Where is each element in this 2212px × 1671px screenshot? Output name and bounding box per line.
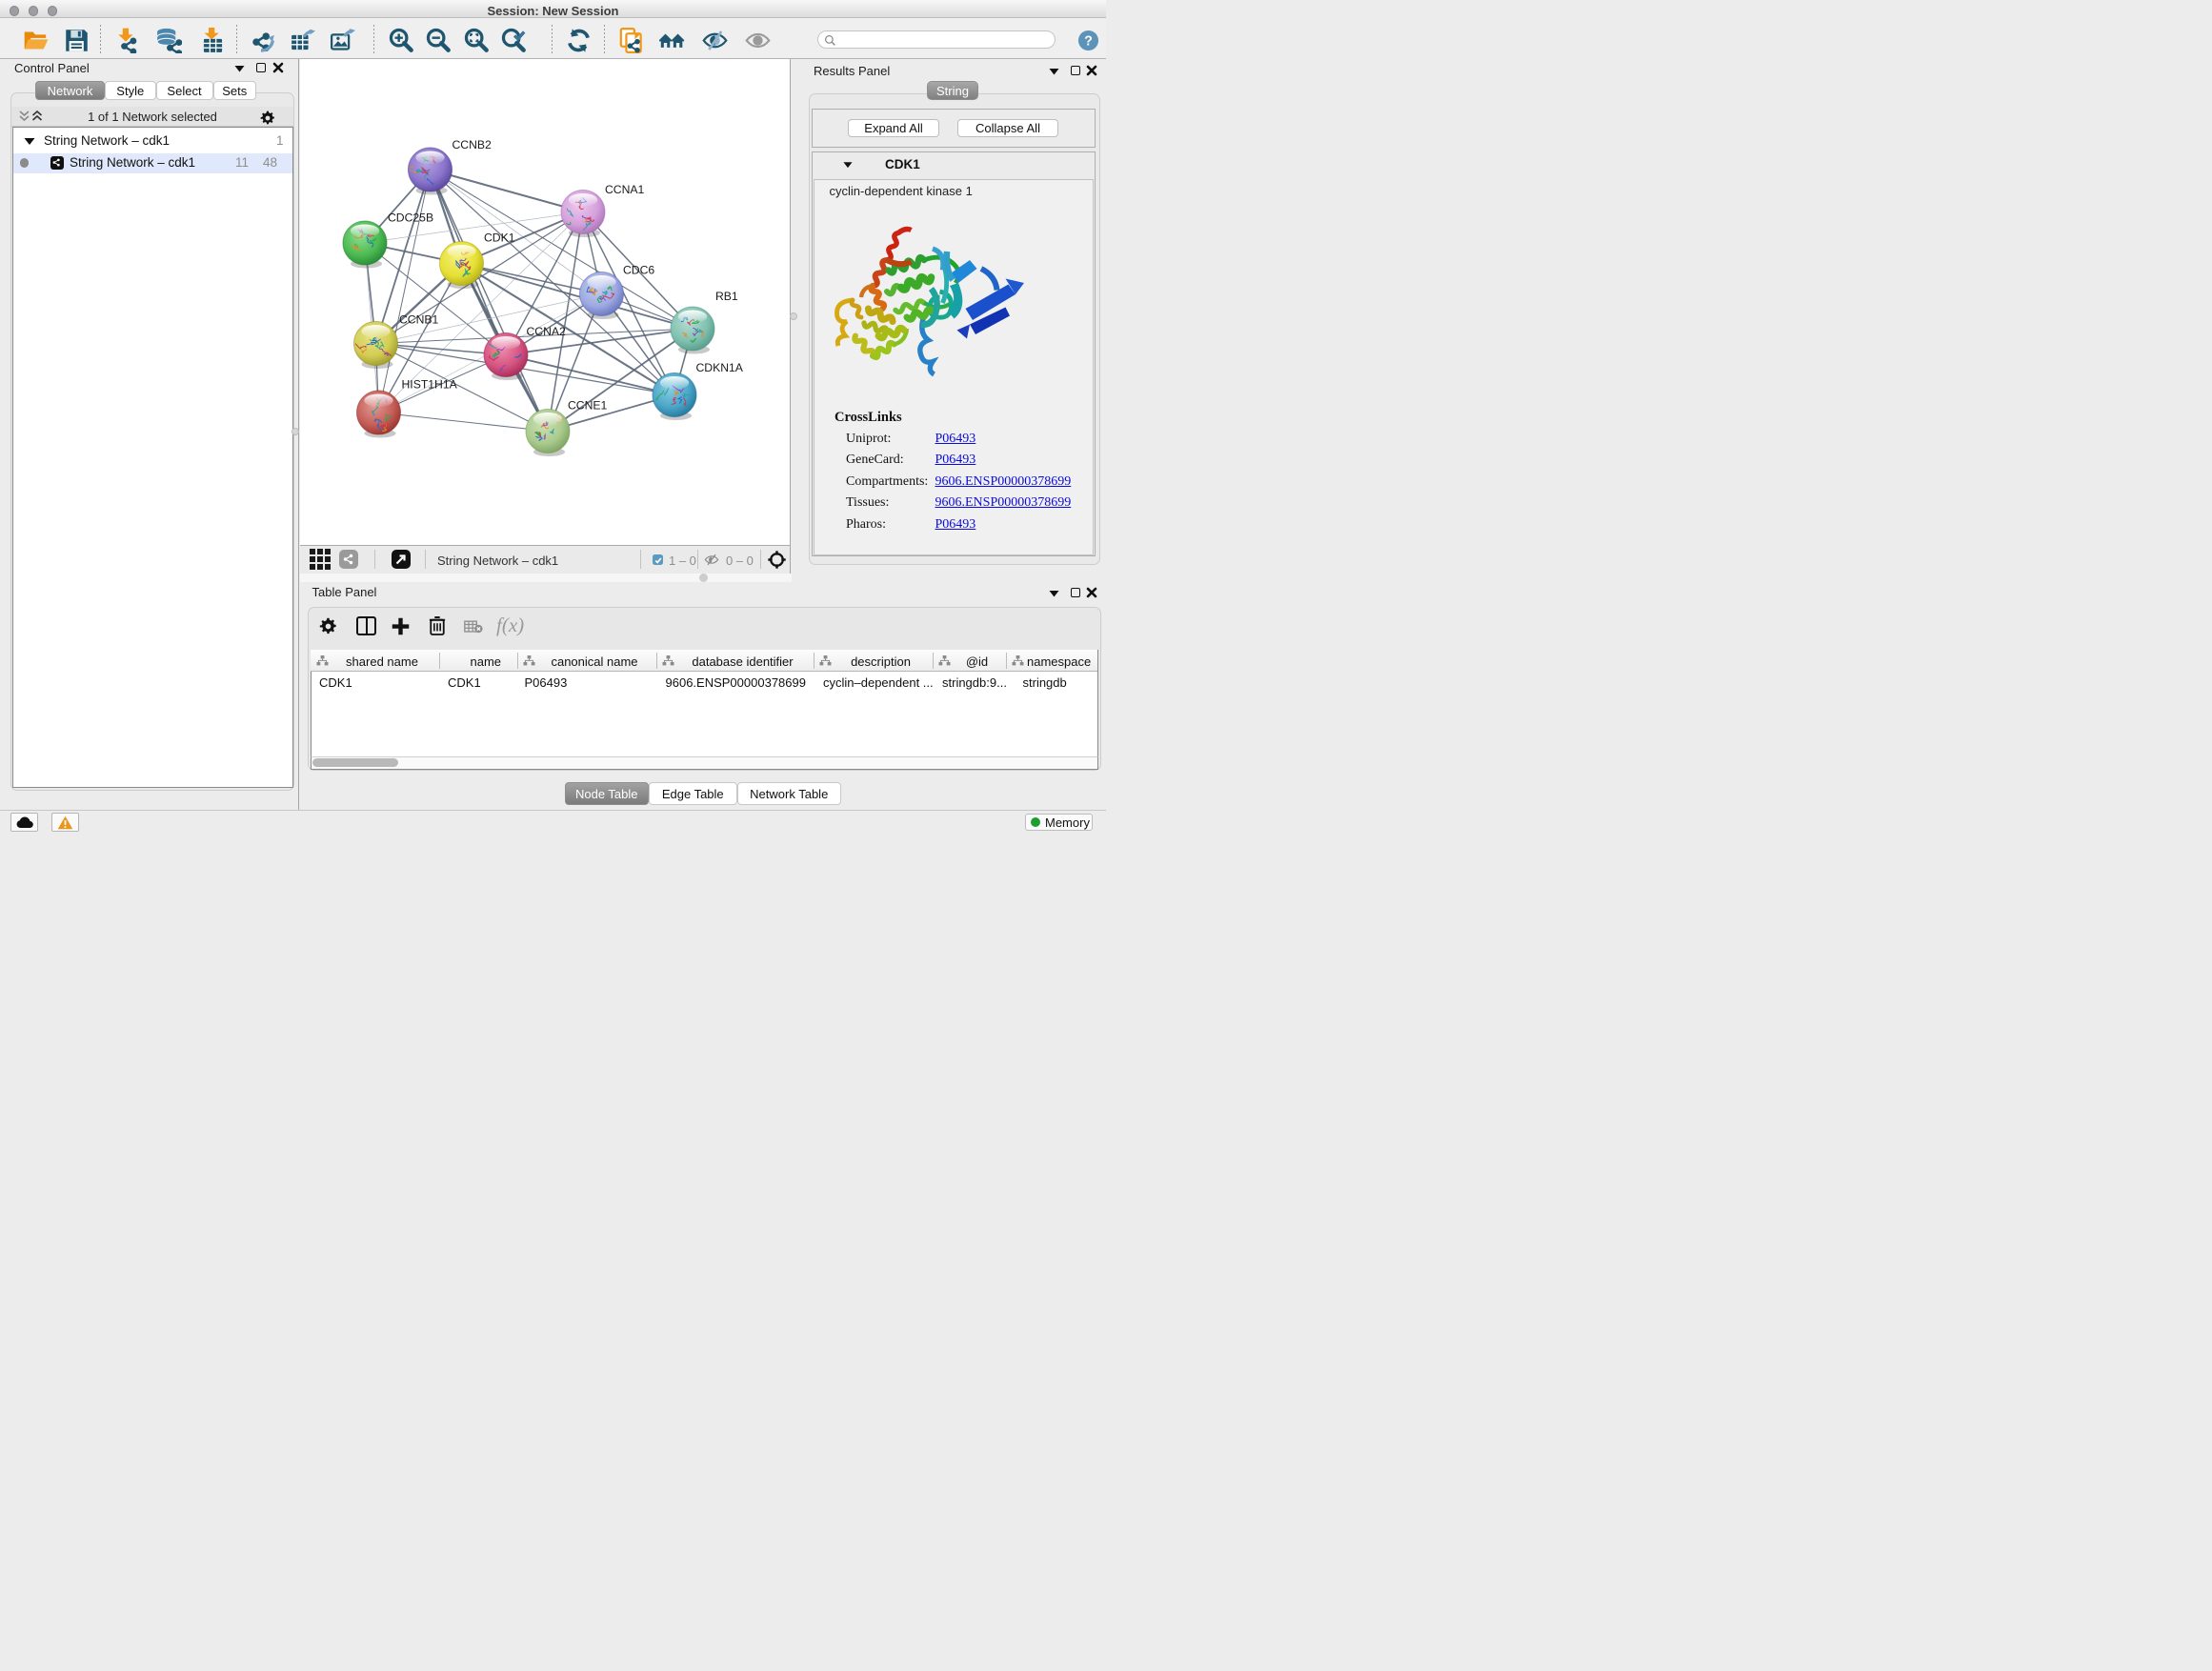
svg-text:CDKN1A: CDKN1A (696, 361, 744, 374)
svg-text:CDC6: CDC6 (623, 264, 654, 277)
svg-text:?: ? (1084, 33, 1093, 49)
svg-text:RB1: RB1 (715, 290, 738, 303)
svg-text:CCNB2: CCNB2 (452, 138, 493, 151)
svg-text:HIST1H1A: HIST1H1A (402, 378, 458, 392)
svg-text:CCNB1: CCNB1 (399, 313, 439, 327)
svg-text:CDC25B: CDC25B (388, 211, 433, 225)
svg-text:CCNE1: CCNE1 (568, 399, 608, 413)
svg-text:CCNA1: CCNA1 (605, 183, 645, 196)
svg-text:CDK1: CDK1 (484, 232, 515, 245)
svg-text:CCNA2: CCNA2 (527, 325, 567, 338)
